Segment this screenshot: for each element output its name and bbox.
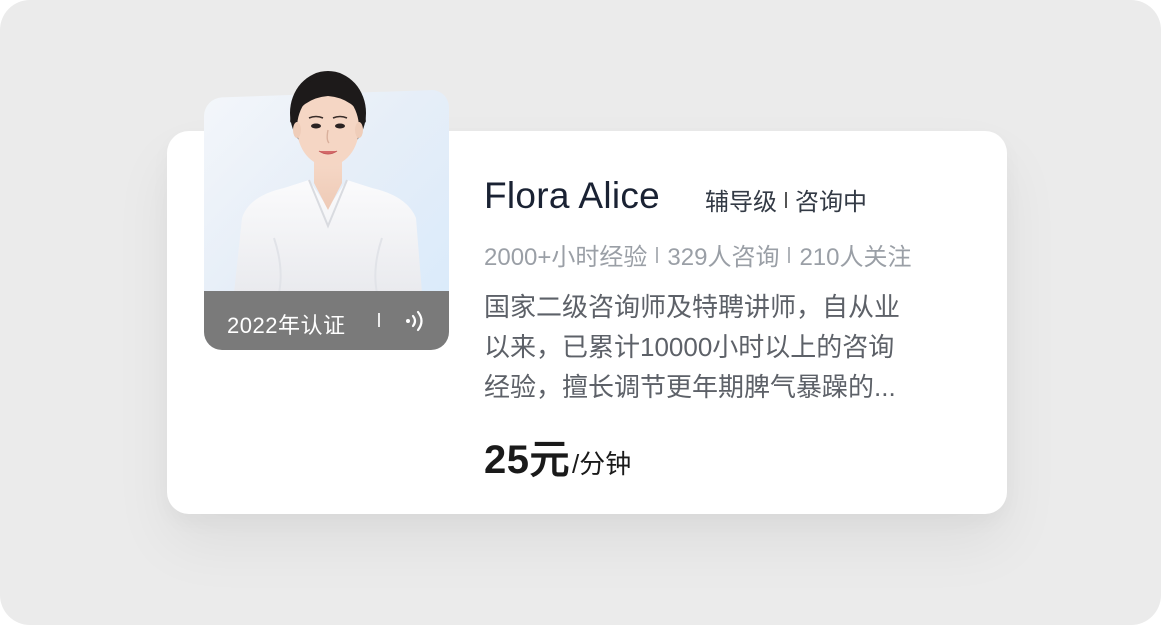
counselor-name[interactable]: Flora Alice xyxy=(484,175,660,217)
description-line: 国家二级咨询师及特聘讲师，自从业 xyxy=(484,292,901,322)
counselor-portrait[interactable] xyxy=(204,68,449,294)
divider xyxy=(656,246,659,263)
stats-row: 2000+小时经验 329人咨询 210人关注 xyxy=(484,237,912,272)
stat-experience: 2000+小时经验 xyxy=(484,244,648,271)
stat-consultations: 329人咨询 xyxy=(667,244,780,271)
certification-bar[interactable]: 2022年认证 xyxy=(204,291,449,350)
screen-background: 2022年认证 Flora Alice 辅导级 咨询中 2000+小时经验 32… xyxy=(0,0,1161,625)
price-value: 25元 xyxy=(484,438,570,482)
price: 25元 /分钟 xyxy=(484,427,631,485)
certification-label: 2022年认证 xyxy=(227,313,346,338)
description-line: 经验，擅长调节更年期脾气暴躁的... xyxy=(484,372,896,402)
status-label: 咨询中 xyxy=(795,189,867,216)
stat-followers: 210人关注 xyxy=(799,244,912,271)
divider xyxy=(788,246,791,263)
certification-divider xyxy=(378,313,380,327)
price-unit: /分钟 xyxy=(572,449,632,479)
level-status: 辅导级 咨询中 xyxy=(705,182,867,217)
divider xyxy=(785,191,787,208)
level-label: 辅导级 xyxy=(705,189,777,216)
counselor-description: 国家二级咨询师及特聘讲师，自从业 以来，已累计10000小时以上的咨询 经验，擅… xyxy=(484,287,964,407)
description-line: 以来，已累计10000小时以上的咨询 xyxy=(484,332,895,362)
audio-wave-icon[interactable] xyxy=(402,308,428,334)
